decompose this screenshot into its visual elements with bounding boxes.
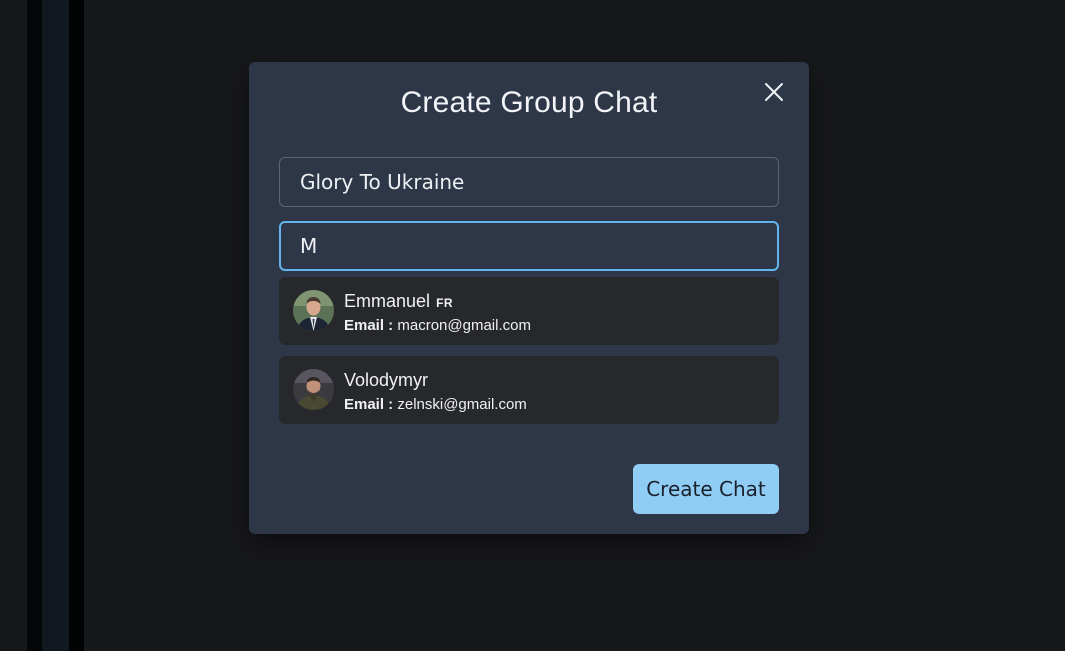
- add-users-input[interactable]: [279, 221, 779, 271]
- email-label: Email :: [344, 396, 394, 413]
- user-name: Emmanuel FR: [344, 291, 454, 311]
- modal-title: Create Group Chat: [400, 86, 658, 119]
- avatar: [293, 369, 334, 410]
- email-value: macron@gmail.com: [397, 317, 531, 334]
- user-result-item[interactable]: Volodymyr Email : zelnski@gmail.com: [279, 356, 779, 424]
- email-label: Email :: [344, 317, 394, 334]
- create-chat-button[interactable]: Create Chat: [633, 464, 779, 514]
- flag-label: FR: [436, 296, 454, 310]
- email-value: zelnski@gmail.com: [397, 396, 527, 413]
- chat-name-input[interactable]: [279, 157, 779, 207]
- background-divider: [27, 0, 42, 651]
- user-email: Email : zelnski@gmail.com: [344, 396, 527, 413]
- avatar: [293, 290, 334, 331]
- user-name: Volodymyr: [344, 370, 429, 390]
- close-button[interactable]: [763, 81, 785, 103]
- background-sidebar: [42, 0, 69, 651]
- close-icon: [765, 83, 783, 101]
- background-divider: [69, 0, 84, 651]
- create-group-chat-modal: Create Group Chat Emmanuel FR Email :: [249, 62, 809, 534]
- user-email: Email : macron@gmail.com: [344, 317, 531, 334]
- background-panel: [0, 0, 27, 651]
- user-result-item[interactable]: Emmanuel FR Email : macron@gmail.com: [279, 277, 779, 345]
